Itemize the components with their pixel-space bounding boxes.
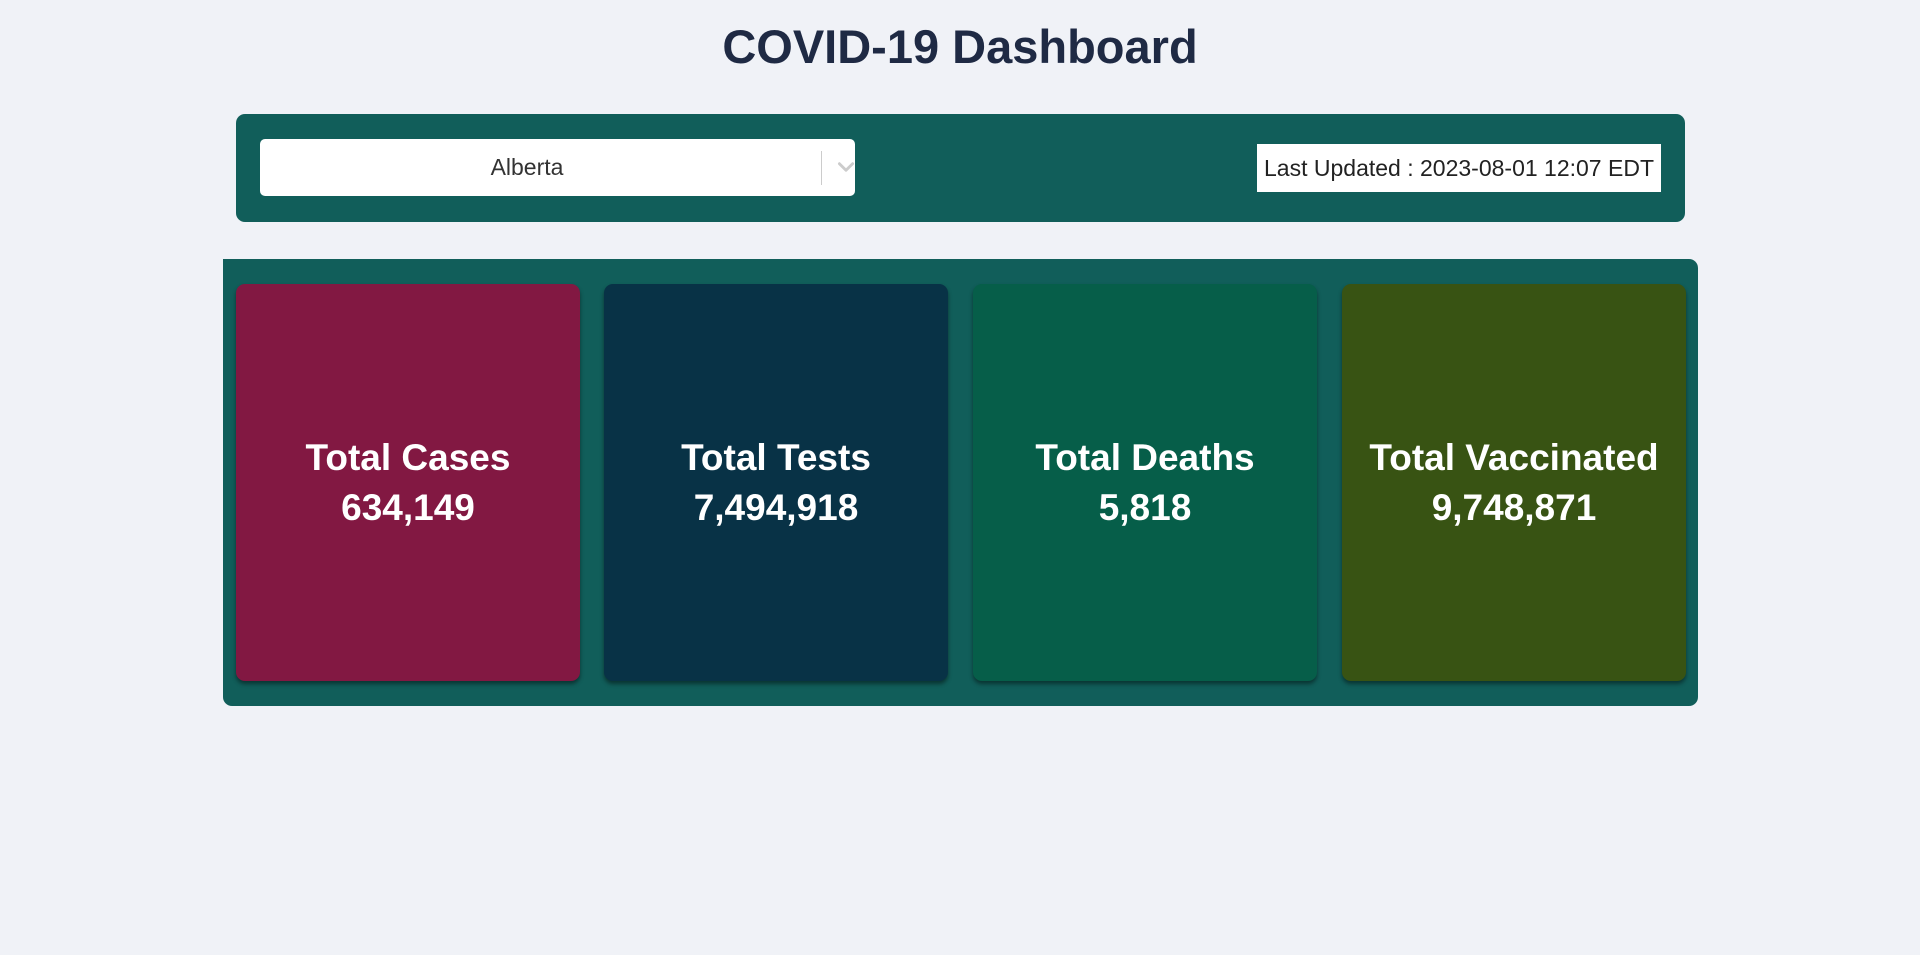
stats-panel: Total Cases 634,149 Total Tests 7,494,91…: [223, 259, 1698, 706]
control-bar: Alberta Last Updated : 2023-08-01 12:07 …: [236, 114, 1685, 222]
region-select-value: Alberta: [490, 154, 564, 180]
stat-label: Total Tests: [681, 436, 871, 478]
page-title: COVID-19 Dashboard: [722, 20, 1198, 73]
stat-value: 5,818: [1098, 486, 1192, 528]
stat-label: Total Vaccinated: [1369, 436, 1659, 478]
chevron-down-icon[interactable]: [835, 156, 857, 178]
stat-card-total-deaths: Total Deaths 5,818: [973, 284, 1317, 681]
stat-value: 9,748,871: [1431, 486, 1597, 528]
stat-value: 7,494,918: [693, 486, 859, 528]
last-updated-label: Last Updated : 2023-08-01 12:07 EDT: [1257, 144, 1661, 192]
stat-label: Total Cases: [305, 436, 511, 478]
stat-card-total-vaccinated: Total Vaccinated 9,748,871: [1342, 284, 1686, 681]
stat-card-total-tests: Total Tests 7,494,918: [604, 284, 948, 681]
stat-card-total-cases: Total Cases 634,149: [236, 284, 580, 681]
region-select[interactable]: Alberta: [260, 139, 855, 196]
dropdown-separator: [821, 151, 822, 185]
stat-label: Total Deaths: [1035, 436, 1255, 478]
stat-value: 634,149: [341, 486, 475, 528]
